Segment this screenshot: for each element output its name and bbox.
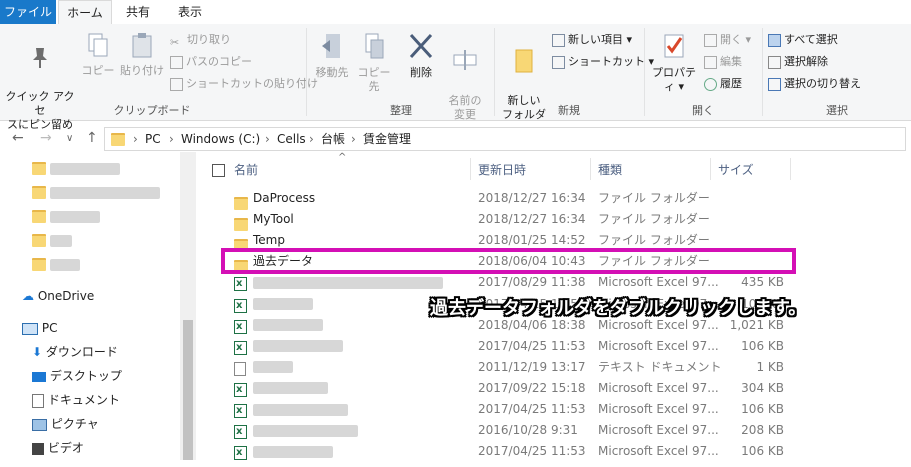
file-type: Microsoft Excel 97...: [598, 402, 719, 416]
file-name: [253, 420, 358, 441]
nav-item-desktop[interactable]: デスクトップ: [32, 366, 122, 386]
nav-item-documents[interactable]: ドキュメント: [32, 390, 120, 410]
file-row[interactable]: 2017/04/25 11:53 Microsoft Excel 97... 106…: [228, 336, 788, 358]
file-type: ファイル フォルダー: [598, 191, 710, 205]
file-name: [253, 441, 333, 462]
file-size: 106 KB: [741, 338, 784, 353]
copy-button[interactable]: コピー: [80, 32, 116, 78]
download-arrow-icon: ⬇: [32, 345, 43, 359]
file-type: Microsoft Excel 97...: [598, 338, 719, 353]
file-date: 2017/08/29 11:38: [478, 275, 586, 290]
file-name: [253, 272, 443, 293]
nav-item-onedrive[interactable]: ☁ OneDrive: [22, 286, 94, 306]
highlight-box: [221, 248, 796, 274]
file-type: ファイル フォルダー: [598, 212, 710, 227]
file-date: 2016/10/28 9:31: [478, 423, 578, 438]
excel-file-icon: [234, 442, 247, 467]
desktop-icon: [32, 371, 46, 382]
blurred-name: [253, 298, 313, 310]
file-size: 208 KB: [741, 423, 784, 438]
navigation-scroll-thumb[interactable]: [183, 320, 193, 460]
file-date: 2018/12/27 16:34: [478, 191, 586, 205]
file-date: 2017/09/22 15:18: [478, 380, 586, 395]
file-date: 2018/12/27 16:34: [478, 212, 586, 227]
tab-file[interactable]: ファイル: [0, 0, 56, 24]
file-name: [253, 315, 323, 336]
file-row[interactable]: 2017/04/25 11:53 Microsoft Excel 97... 106…: [228, 441, 788, 463]
file-type: テキスト ドキュメント: [598, 359, 722, 374]
file-size: 106 KB: [741, 444, 784, 459]
file-size: 1 KB: [756, 359, 784, 374]
scissors-icon: ✂: [170, 36, 180, 49]
file-name: DaProcess: [253, 191, 316, 205]
navigation-pane: ☁ OneDrive PC ⬇ ダウンロード デスクトップ ドキュメント ピクチ…: [0, 152, 196, 460]
file-row[interactable]: 2017/04/25 11:53 Microsoft Excel 97... 106…: [228, 399, 788, 421]
tab-share[interactable]: 共有: [114, 0, 162, 24]
clipboard-icon: [118, 32, 166, 62]
file-date: 2017/04/25 11:53: [478, 338, 586, 353]
pin-icon: [4, 46, 76, 74]
nav-item-pc[interactable]: PC: [22, 318, 57, 338]
paste-button[interactable]: 貼り付け: [118, 32, 166, 78]
blurred-name: [253, 382, 328, 395]
file-type: Microsoft Excel 97...: [598, 380, 719, 395]
file-size: 304 KB: [741, 380, 784, 395]
nav-item-blurred[interactable]: [32, 206, 100, 226]
nav-item-blurred[interactable]: [32, 230, 72, 250]
file-name: [253, 399, 348, 420]
file-name: [253, 336, 343, 357]
forward-arrow-icon[interactable]: →: [40, 130, 52, 146]
folder-icon: [111, 128, 125, 150]
blurred-name: [253, 361, 293, 374]
file-row[interactable]: 2017/08/29 11:38 Microsoft Excel 97... 435…: [228, 272, 788, 294]
file-row[interactable]: MyTool 2018/12/27 16:34 ファイル フォルダー: [228, 209, 788, 232]
file-type: Microsoft Excel 97...: [598, 423, 719, 438]
tab-home[interactable]: ホーム: [58, 0, 112, 26]
picture-icon: [32, 418, 47, 431]
chevron-right-icon: ›: [133, 132, 138, 146]
file-size: 106 KB: [741, 402, 784, 416]
file-row[interactable]: 2016/10/28 9:31 Microsoft Excel 97... 208 …: [228, 420, 788, 442]
file-row[interactable]: 2017/09/22 15:18 Microsoft Excel 97... 304…: [228, 378, 788, 400]
up-arrow-icon[interactable]: ↑: [86, 130, 98, 146]
file-name: [253, 378, 328, 399]
file-date: 2017/04/25 11:53: [478, 402, 586, 416]
nav-item-pictures[interactable]: ピクチャ: [32, 414, 99, 434]
file-name: MyTool: [253, 212, 294, 227]
file-type: Microsoft Excel 97...: [598, 275, 719, 290]
blurred-name: [253, 424, 358, 437]
chevron-right-icon: ›: [169, 132, 174, 146]
file-date: 2011/12/19 13:17: [478, 359, 586, 374]
file-name: [253, 294, 313, 315]
instruction-callout: 過去データフォルダをダブルクリックします。: [430, 298, 807, 319]
blurred-name: [253, 403, 348, 416]
copy-icon: [80, 32, 116, 62]
recent-chevron-icon[interactable]: ∨: [66, 133, 73, 144]
paste-shortcut-icon: [170, 77, 183, 91]
nav-item-blurred[interactable]: [32, 254, 80, 274]
nav-item-videos[interactable]: ビデオ: [32, 438, 84, 458]
file-size: 435 KB: [741, 275, 784, 290]
film-icon: [32, 442, 44, 455]
file-name: [253, 357, 293, 378]
file-type: Microsoft Excel 97...: [598, 444, 719, 459]
blurred-name: [253, 276, 443, 289]
nav-item-blurred[interactable]: [32, 182, 160, 202]
document-icon: [32, 393, 44, 408]
cloud-icon: ☁: [22, 289, 34, 303]
back-arrow-icon[interactable]: ←: [12, 130, 24, 146]
file-row[interactable]: DaProcess 2018/12/27 16:34 ファイル フォルダー: [228, 188, 788, 210]
blurred-name: [253, 445, 333, 458]
computer-icon: [22, 322, 38, 335]
blurred-name: [253, 340, 343, 353]
path-icon: [170, 55, 183, 69]
blurred-name: [253, 319, 323, 332]
breadcrumb-pc[interactable]: PC: [145, 128, 161, 150]
file-rows: DaProcess 2018/12/27 16:34 ファイル フォルダー MyToo…: [200, 0, 911, 463]
nav-item-downloads[interactable]: ⬇ ダウンロード: [32, 342, 118, 362]
file-row[interactable]: 2011/12/19 13:17 テキスト ドキュメント 1 KB: [228, 357, 788, 378]
file-date: 2017/04/25 11:53: [478, 444, 586, 459]
nav-item-blurred[interactable]: [32, 158, 120, 178]
